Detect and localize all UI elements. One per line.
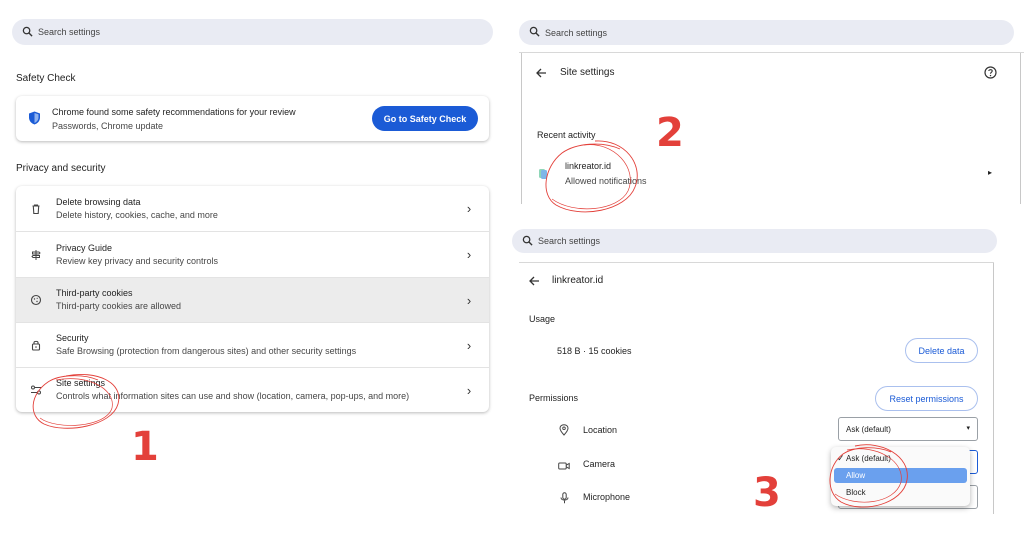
search-bar[interactable]: Search settings: [12, 19, 493, 45]
location-select[interactable]: Ask (default) ▾: [838, 417, 978, 441]
divider: [519, 52, 1024, 53]
item-title: Delete browsing data: [56, 196, 141, 207]
search-icon: [22, 26, 38, 39]
page-title: Site settings: [560, 67, 615, 78]
safety-check-heading: Safety Check: [16, 73, 76, 84]
permission-label-location: Location: [583, 425, 618, 435]
safety-check-subtitle: Passwords, Chrome update: [52, 121, 164, 131]
item-title: Security: [56, 333, 89, 343]
item-subtitle: Third-party cookies are allowed: [56, 301, 182, 311]
lock-icon: [16, 339, 56, 351]
search-placeholder: Search settings: [545, 27, 608, 38]
caret-right-icon: ▸: [988, 168, 993, 177]
reset-permissions-button[interactable]: Reset permissions: [875, 386, 978, 411]
cookie-icon: [16, 294, 56, 306]
privacy-item-third-party-cookies[interactable]: Third-party cookies Third-party cookies a…: [16, 277, 489, 322]
divider: [1020, 52, 1021, 204]
usage-heading: Usage: [529, 314, 556, 324]
go-to-safety-check-button[interactable]: Go to Safety Check: [372, 106, 478, 131]
camera-icon: [558, 458, 570, 476]
back-arrow-icon[interactable]: [528, 274, 540, 292]
chevron-right-icon: ›: [466, 201, 472, 216]
privacy-heading: Privacy and security: [16, 163, 106, 174]
permission-label-microphone: Microphone: [583, 492, 631, 502]
chevron-right-icon: ›: [466, 337, 472, 353]
delete-data-button[interactable]: Delete data: [905, 338, 978, 363]
search-bar[interactable]: Search settings: [519, 20, 1014, 45]
item-title: Third-party cookies: [56, 288, 133, 298]
privacy-item-delete-browsing-data[interactable]: Delete browsing data Delete history, cook…: [16, 186, 489, 231]
step-number-2: 2: [656, 110, 684, 156]
trash-icon: [16, 203, 56, 215]
search-icon: [522, 235, 538, 248]
annotation-circle-2: [545, 140, 638, 213]
shield-icon: [28, 111, 41, 130]
location-select-value: Ask (default): [846, 424, 891, 434]
item-subtitle: Safe Browsing (protection from dangerous…: [56, 346, 357, 356]
privacy-item-security[interactable]: Security Safe Browsing (protection from d…: [16, 322, 489, 367]
divider: [993, 262, 994, 514]
dropdown-caret-icon: ▾: [966, 425, 970, 432]
back-arrow-icon[interactable]: [535, 66, 547, 84]
help-icon[interactable]: [984, 66, 997, 84]
annotation-circle-3: [829, 444, 908, 508]
search-placeholder: Search settings: [38, 27, 101, 37]
location-pin-icon: [559, 423, 569, 441]
usage-value: 518 B · 15 cookies: [557, 346, 632, 356]
safety-check-title: Chrome found some safety recommendations…: [52, 107, 296, 117]
safety-check-card: Chrome found some safety recommendations…: [16, 96, 489, 141]
privacy-item-privacy-guide[interactable]: Privacy Guide Review key privacy and secu…: [16, 231, 489, 277]
signpost-icon: [16, 249, 56, 261]
item-subtitle: Review key privacy and security controls: [56, 255, 219, 266]
annotation-circle-1: [32, 374, 120, 429]
search-placeholder: Search settings: [538, 236, 601, 246]
search-icon: [529, 26, 545, 39]
item-subtitle: Delete history, cookies, cache, and more: [56, 209, 218, 220]
step-number-3: 3: [753, 470, 781, 516]
chevron-right-icon: ›: [466, 247, 472, 262]
permission-label-camera: Camera: [583, 459, 616, 469]
chevron-right-icon: ›: [466, 382, 472, 398]
permissions-heading: Permissions: [529, 393, 579, 403]
item-title: Privacy Guide: [56, 242, 113, 253]
microphone-icon: [560, 491, 569, 509]
page-title: linkreator.id: [552, 275, 604, 286]
chevron-right-icon: ›: [466, 292, 472, 308]
search-bar[interactable]: Search settings: [512, 229, 997, 253]
step-number-1: 1: [131, 424, 159, 470]
divider: [519, 262, 994, 263]
